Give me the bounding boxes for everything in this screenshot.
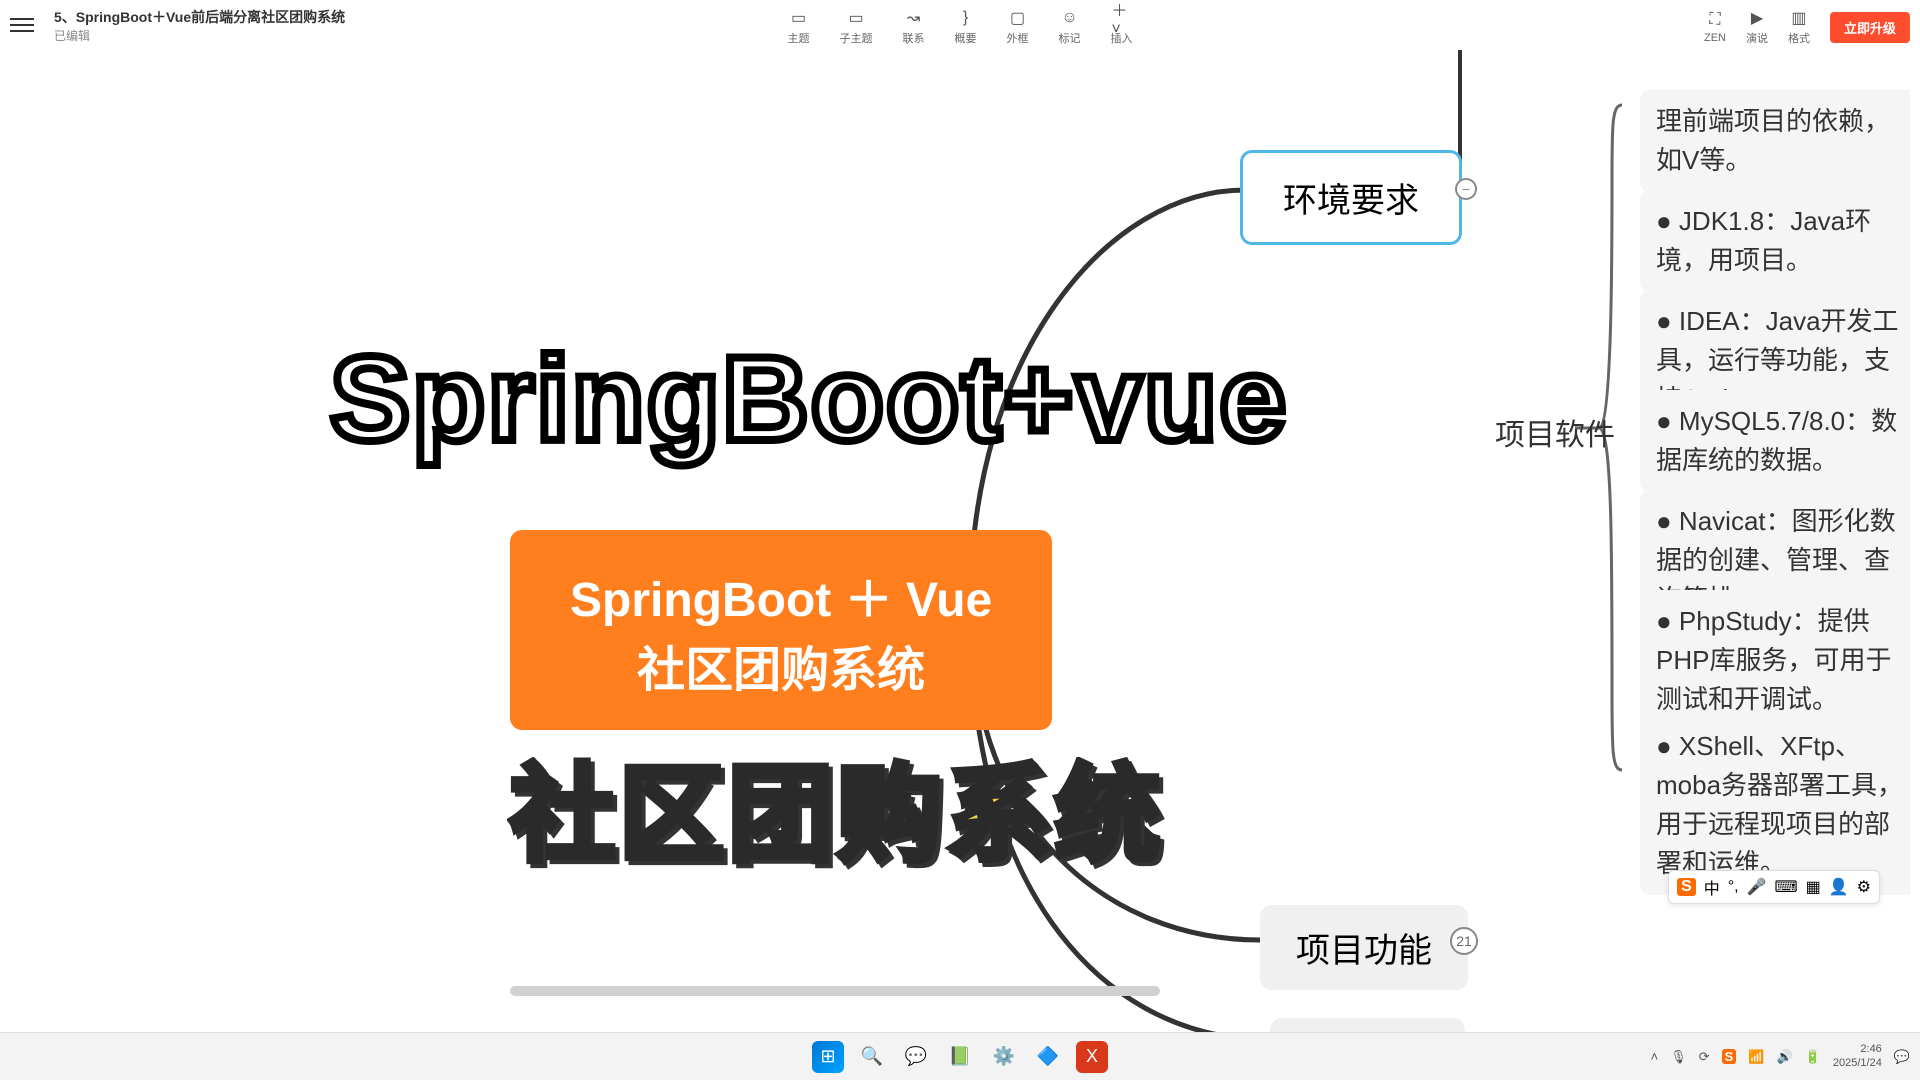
marker-icon: ☺ (1060, 8, 1080, 28)
ime-grid-icon[interactable]: ▦ (1806, 877, 1821, 897)
xmind-app[interactable]: X (1076, 1041, 1108, 1073)
relation-icon: ↝ (904, 8, 924, 28)
detail-xshell[interactable]: ● XShell、XFtp、moba务器部署工具，用于远程现项目的部署和运维。 (1640, 715, 1910, 895)
node-environment[interactable]: 环境要求 (1240, 150, 1462, 245)
tray-clock[interactable]: 2:46 2025/1/24 (1833, 1043, 1882, 1069)
tray-mic-icon[interactable]: 🎙 (1670, 1049, 1687, 1065)
ime-lang[interactable]: 中 (1704, 875, 1720, 899)
func-child-count[interactable]: 21 (1450, 927, 1478, 955)
topbar: 5、SpringBoot＋Vue前后端分离社区团购系统 已编辑 ▭ 主题 ▭ 子… (0, 0, 1920, 50)
node-function[interactable]: 项目功能 (1260, 905, 1468, 990)
boundary-button[interactable]: ▢ 外框 (1007, 8, 1029, 46)
zen-icon: ⛶ (1705, 10, 1725, 30)
theme-button[interactable]: ▭ 主题 (788, 8, 810, 46)
mindmap-canvas[interactable]: 环境要求 − 项目软件 理前端项目的依赖，如V等。 ● JDK1.8：Java环… (10, 50, 1910, 1040)
detail-jdk[interactable]: ● JDK1.8：Java环境，用项目。 (1640, 190, 1910, 292)
ime-settings-icon[interactable]: ⚙ (1857, 877, 1871, 897)
document-title: 5、SpringBoot＋Vue前后端分离社区团购系统 (54, 7, 345, 27)
tray-sogou-icon[interactable]: S (1722, 1049, 1737, 1064)
subtheme-button[interactable]: ▭ 子主题 (840, 8, 873, 46)
overlay-center-box: SpringBoot ＋ Vue 社区团购系统 (510, 530, 1052, 730)
collapse-toggle-env[interactable]: − (1455, 178, 1477, 200)
detail-dependency[interactable]: 理前端项目的依赖，如V等。 (1640, 90, 1910, 192)
insert-icon: ＋˅ (1112, 8, 1132, 28)
settings-app[interactable]: ⚙️ (988, 1041, 1020, 1073)
ime-keyboard-icon[interactable]: ⌨ (1775, 877, 1798, 897)
search-button[interactable]: 🔍 (856, 1041, 888, 1073)
insert-button[interactable]: ＋˅ 插入 (1111, 8, 1133, 46)
tray-battery-icon[interactable]: 🔋 (1805, 1049, 1821, 1065)
windows-taskbar[interactable]: ⊞ 🔍 💬 📗 ⚙️ 🔷 X ˄ 🎙 ⟳ S 📶 🔊 🔋 2:46 2025/1… (0, 1032, 1920, 1080)
node-software-label[interactable]: 项目软件 (1495, 410, 1615, 454)
detail-mysql[interactable]: ● MySQL5.7/8.0：数据库统的数据。 (1640, 390, 1910, 492)
marker-button[interactable]: ☺ 标记 (1059, 8, 1081, 46)
ime-person-icon[interactable]: 👤 (1829, 877, 1849, 897)
tray-notification-icon[interactable]: 💬 (1894, 1049, 1910, 1065)
upgrade-button[interactable]: 立即升级 (1830, 12, 1910, 43)
tray-sync-icon[interactable]: ⟳ (1699, 1049, 1710, 1065)
start-button[interactable]: ⊞ (812, 1041, 844, 1073)
horizontal-scrollbar[interactable] (510, 986, 1160, 996)
present-button[interactable]: ▶ 演说 (1746, 8, 1768, 46)
ime-punct-icon[interactable]: °, (1728, 878, 1739, 896)
relation-button[interactable]: ↝ 联系 (903, 8, 925, 46)
overlay-yellow-text: 社区团购系统 (510, 730, 1164, 882)
overlay-big-title: SpringBoot+vue (330, 330, 1288, 468)
system-tray[interactable]: ˄ 🎙 ⟳ S 📶 🔊 🔋 2:46 2025/1/24 💬 (1651, 1043, 1910, 1069)
tray-chevron-icon[interactable]: ˄ (1651, 1049, 1659, 1064)
format-icon: ▥ (1789, 8, 1809, 28)
hamburger-menu-icon[interactable] (10, 13, 34, 37)
summary-icon: } (956, 8, 976, 28)
zen-button[interactable]: ⛶ ZEN (1704, 10, 1726, 44)
wechat-app[interactable]: 💬 (900, 1041, 932, 1073)
ime-logo-icon: S (1677, 878, 1696, 896)
app-green[interactable]: 📗 (944, 1041, 976, 1073)
center-line1: SpringBoot ＋ Vue (570, 560, 992, 630)
tray-wifi-icon[interactable]: 📶 (1748, 1049, 1764, 1065)
theme-icon: ▭ (789, 8, 809, 28)
tray-volume-icon[interactable]: 🔊 (1777, 1049, 1793, 1065)
detail-phpstudy[interactable]: ● PhpStudy：提供PHP库服务，可用于测试和开调试。 (1640, 590, 1910, 731)
ime-mic-icon[interactable]: 🎤 (1747, 877, 1767, 897)
summary-button[interactable]: } 概要 (955, 8, 977, 46)
subtheme-icon: ▭ (846, 8, 866, 28)
document-status: 已编辑 (54, 27, 345, 44)
format-button[interactable]: ▥ 格式 (1788, 8, 1810, 46)
boundary-icon: ▢ (1008, 8, 1028, 28)
app-blue[interactable]: 🔷 (1032, 1041, 1064, 1073)
present-icon: ▶ (1747, 8, 1767, 28)
center-line2: 社区团购系统 (570, 630, 992, 700)
ime-toolbar[interactable]: S 中 °, 🎤 ⌨ ▦ 👤 ⚙ (1668, 870, 1880, 904)
